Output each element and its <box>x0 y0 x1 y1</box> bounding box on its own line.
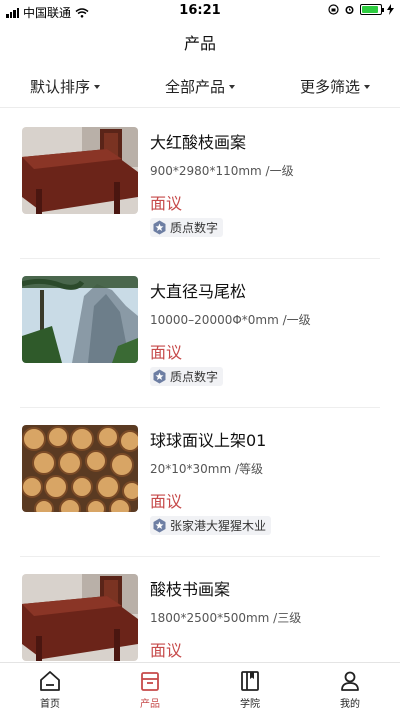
alarm-icon <box>345 6 354 14</box>
verified-badge-icon <box>153 220 166 235</box>
filter-sort-label: 默认排序 <box>30 77 91 96</box>
product-item[interactable]: 大直径马尾松 10000–20000Φ*0mm /一级 面议 质点数字 <box>20 259 380 408</box>
product-spec: 20*10*30mm /等级 <box>150 462 264 476</box>
tab-products-label: 产品 <box>140 699 160 710</box>
product-price: 面议 <box>150 194 183 213</box>
product-price: 面议 <box>150 343 183 362</box>
product-list: 大红酸枝画案 900*2980*110mm /一级 面议 质点数字 大直径马尾松… <box>0 110 400 706</box>
product-image <box>22 127 138 214</box>
product-title: 大红酸枝画案 <box>150 133 247 152</box>
caret-down-icon <box>229 85 235 89</box>
filter-sort[interactable]: 默认排序 <box>30 68 101 104</box>
status-right <box>328 4 394 15</box>
product-image <box>22 574 138 661</box>
filter-bar: 默认排序 全部产品 更多筛选 <box>0 68 400 108</box>
tab-academy-label: 学院 <box>240 699 260 710</box>
verified-badge-icon <box>153 369 166 384</box>
seller-tag: 张家港大猩猩木业 <box>150 516 272 535</box>
tab-bar: 首页 产品 学院 我的 <box>0 662 400 710</box>
product-title: 大直径马尾松 <box>150 282 247 301</box>
seller-name: 质点数字 <box>170 221 219 235</box>
filter-category[interactable]: 全部产品 <box>165 68 235 104</box>
product-price: 面议 <box>150 641 183 660</box>
product-price: 面议 <box>150 492 183 511</box>
caret-down-icon <box>94 85 101 89</box>
charging-icon <box>387 4 394 15</box>
product-title: 酸枝书画案 <box>150 580 231 599</box>
tab-mine[interactable]: 我的 <box>300 663 400 710</box>
product-title: 球球面议上架01 <box>150 431 267 450</box>
product-item[interactable]: 大红酸枝画案 900*2980*110mm /一级 面议 质点数字 <box>20 110 380 259</box>
home-icon <box>40 671 60 691</box>
page-title: 产品 <box>183 34 216 53</box>
seller-tag: 质点数字 <box>150 218 224 237</box>
seller-name: 质点数字 <box>170 370 219 384</box>
filter-more[interactable]: 更多筛选 <box>300 68 370 104</box>
orientation-lock-icon <box>328 4 339 15</box>
user-icon <box>341 671 359 691</box>
tab-home[interactable]: 首页 <box>0 663 100 710</box>
tab-mine-label: 我的 <box>340 699 360 710</box>
book-icon <box>241 671 259 691</box>
seller-name: 张家港大猩猩木业 <box>170 519 267 533</box>
status-bar: 中国联通 16:21 <box>0 0 400 22</box>
filter-more-label: 更多筛选 <box>299 77 360 96</box>
caret-down-icon <box>363 85 370 89</box>
tab-home-label: 首页 <box>40 699 60 710</box>
product-spec: 1800*2500*500mm /三级 <box>150 611 302 625</box>
tab-academy[interactable]: 学院 <box>200 663 300 710</box>
product-item[interactable]: 球球面议上架01 20*10*30mm /等级 面议 张家港大猩猩木业 <box>20 408 380 557</box>
product-image <box>22 425 138 512</box>
seller-tag: 质点数字 <box>150 367 224 386</box>
battery-icon <box>360 4 384 15</box>
product-spec: 900*2980*110mm /一级 <box>150 164 294 178</box>
box-icon <box>141 672 159 691</box>
filter-category-label: 全部产品 <box>164 77 225 96</box>
product-image <box>22 276 138 363</box>
product-spec: 10000–20000Φ*0mm /一级 <box>150 313 311 327</box>
tab-products[interactable]: 产品 <box>100 663 200 710</box>
verified-badge-icon <box>153 518 166 533</box>
